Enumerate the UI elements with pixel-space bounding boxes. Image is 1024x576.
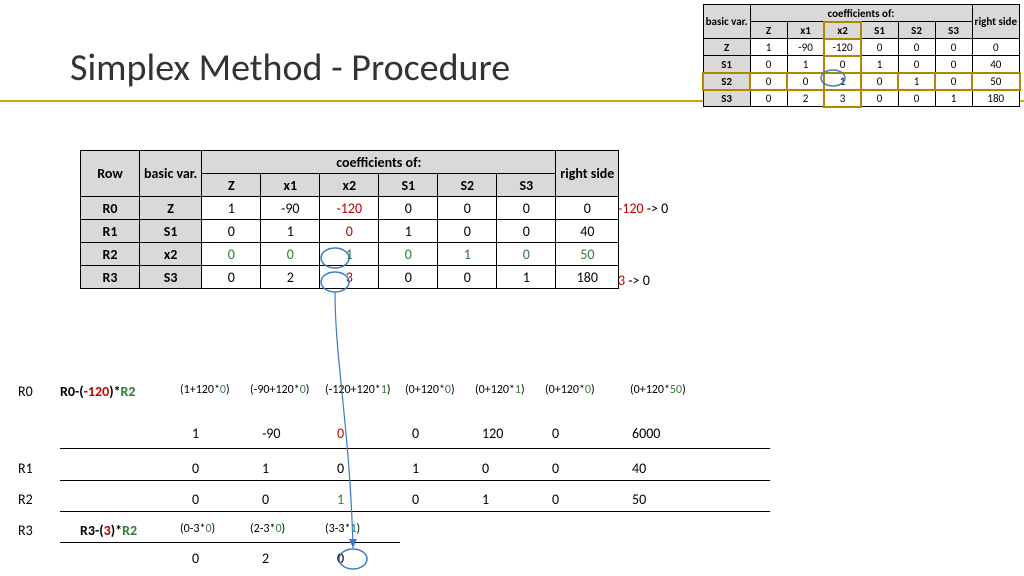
small-right-header: right side [972, 5, 1019, 39]
cell: 0 [192, 460, 199, 477]
cell: (0+120*50) [630, 383, 686, 397]
cell: -90 [262, 425, 280, 442]
cell: 0 [552, 425, 559, 442]
cell: 0 [337, 425, 344, 442]
cell: 1 [192, 425, 199, 442]
cell: 120 [482, 425, 503, 442]
small-table: basic var. coefficients of: right side Z… [703, 4, 1020, 107]
note-r0: -120 -> 0 [618, 200, 668, 217]
cell: 0 [412, 425, 419, 442]
basic-var-header: basic var. [140, 151, 202, 197]
cell: 0 [412, 491, 419, 508]
hr-2 [60, 480, 770, 481]
cell: 0 [192, 491, 199, 508]
main-table: Row basic var. coefficients of: right si… [80, 150, 619, 289]
right-header: right side [556, 151, 619, 197]
cell: 40 [632, 460, 646, 477]
cell: 0 [552, 460, 559, 477]
page-title: Simplex Method - Procedure [70, 45, 510, 91]
table-row: R3S3 023001 180 [81, 266, 619, 289]
arrow-head-icon [349, 539, 357, 548]
arrow-line [335, 292, 353, 548]
table-row: R2x2 001010 50 [81, 243, 619, 266]
table-row: S1 010100 40 [703, 56, 1019, 73]
cell: 0 [337, 460, 344, 477]
table-row: R0Z 1-90-120000 0 [81, 197, 619, 220]
cell: (0-3*0) [180, 522, 215, 536]
cell: (3-3*1) [325, 522, 360, 536]
table-row: S2 001010 50 [703, 73, 1019, 90]
cell: 0 [192, 550, 199, 567]
hr-4 [60, 542, 400, 543]
cell: (1+120*0) [180, 383, 230, 397]
cell: 1 [412, 460, 419, 477]
cell: 1 [482, 491, 489, 508]
formula-r3: R3-(3)*R2 [80, 522, 137, 539]
cell: 1 [337, 491, 344, 508]
table-row: S3 023001 180 [703, 90, 1019, 107]
coef-header: coefficients of: [202, 151, 556, 174]
table-row: Z 1-90-120000 0 [703, 39, 1019, 56]
small-var-header: basic var. [703, 5, 750, 39]
cell: 0 [482, 460, 489, 477]
lbl-r3: R3 [18, 522, 33, 539]
cell: (0+120*0) [405, 383, 455, 397]
cell: 6000 [632, 425, 660, 442]
cell: (-120+120*1) [325, 383, 391, 397]
formula-r0: R0-(-120)*R2 [60, 383, 136, 400]
small-coef-header: coefficients of: [750, 5, 972, 22]
cell: 0 [552, 491, 559, 508]
cell: (-90+120*0) [250, 383, 309, 397]
cell: 1 [262, 460, 269, 477]
cell: 0 [337, 550, 344, 567]
row-header: Row [81, 151, 140, 197]
lbl-r2: R2 [18, 491, 33, 508]
cell: 0 [262, 491, 269, 508]
lbl-r1: R1 [18, 460, 33, 477]
cell: (0+120*1) [475, 383, 525, 397]
cell: 50 [632, 491, 646, 508]
cell: (2-3*0) [250, 522, 285, 536]
cell: 2 [262, 550, 269, 567]
hr-1 [60, 448, 770, 449]
cell: (0+120*0) [545, 383, 595, 397]
lbl-r0: R0 [18, 383, 33, 400]
hr-3 [60, 511, 770, 512]
table-row: R1S1 010100 40 [81, 220, 619, 243]
note-r3: 3 -> 0 [618, 272, 650, 289]
